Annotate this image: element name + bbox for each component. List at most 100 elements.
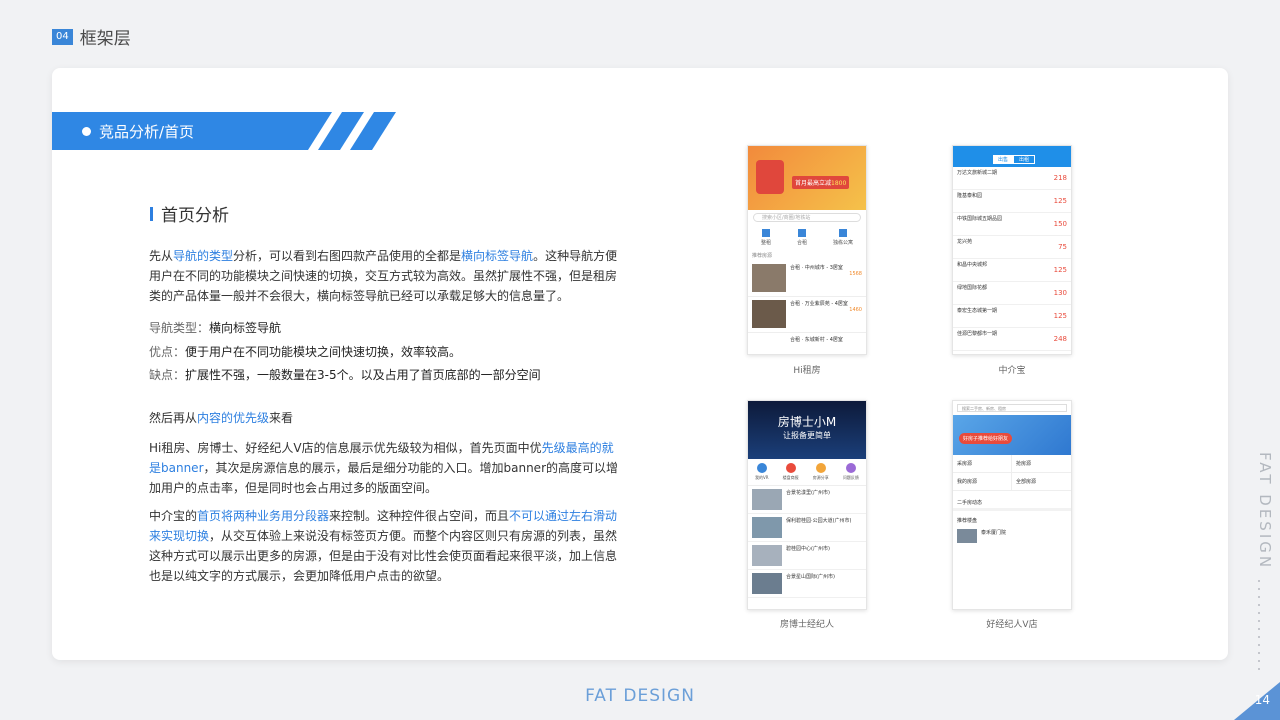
- banner-title-text: 竞品分析/首页: [99, 123, 195, 141]
- list-item[interactable]: 隆基泰和园 125: [953, 190, 1071, 213]
- section-header: 04 框架层: [52, 24, 131, 49]
- side-dots: [1258, 580, 1260, 676]
- paragraph-priority: Hi租房、房博士、好经纪人V店的信息展示优先级较为相似，首先页面中优先级最高的就…: [149, 438, 621, 498]
- item-title: 龙兴苑: [957, 239, 973, 245]
- phone2-caption: 中介宝: [998, 366, 1026, 376]
- item-title: 佳源巴黎都市一期: [957, 331, 998, 337]
- item-price: 218: [1053, 174, 1067, 182]
- list-item[interactable]: 万达文旅新城二期 218: [953, 167, 1071, 190]
- list-item[interactable]: 和昌中央城邦 125: [953, 259, 1071, 282]
- phone4-recommend: 推荐楼盘: [957, 518, 978, 524]
- text-span: 来控制。这种控件很占空间，而且: [329, 509, 510, 523]
- phone1-list-header: 推荐房源: [752, 253, 773, 259]
- side-brand: FAT DESIGN: [1256, 452, 1274, 571]
- phone3-icon-entry[interactable]: 问题反馈: [843, 463, 859, 481]
- item-title: 泰禾厦门院: [981, 530, 1007, 536]
- pros-value: 便于用户在不同功能模块之间快速切换，效率较高。: [185, 345, 462, 359]
- room-thumbnail: [752, 300, 786, 328]
- text-span: ，其次是房源信息的展示，最后是细分功能的入口。增加banner的高度可以增加用户…: [149, 461, 619, 495]
- phone4-search[interactable]: 搜索二手房、新房、租房: [957, 404, 1067, 412]
- item-title: 合景花漾里(广州市): [786, 490, 830, 496]
- segmented-control: 出售 出租: [993, 155, 1036, 164]
- text-span: 分析，可以看到右图四款产品使用的全都是: [233, 249, 462, 263]
- phone1-icon-entry[interactable]: 合租: [797, 229, 807, 246]
- share-icon: [815, 463, 826, 473]
- phone4-news[interactable]: 二手房动态: [953, 491, 1071, 511]
- phone3-icon-entry[interactable]: 楼盘商报: [783, 463, 799, 481]
- cons-line: 缺点：扩展性不强，一般数量在3-5个。以及占用了首页底部的一部分空间: [149, 366, 541, 383]
- section-title-text: 首页分析: [161, 206, 229, 226]
- item-title: 合租 · 万业紫辰苑 - 4居室: [790, 301, 848, 307]
- phone4-caption: 好经纪人V店: [986, 620, 1038, 630]
- list-item[interactable]: 佳源巴黎都市一期 248: [953, 328, 1071, 351]
- item-price: 130: [1053, 289, 1067, 297]
- cons-value: 扩展性不强，一般数量在3-5个。以及占用了首页底部的一部分空间: [185, 368, 541, 382]
- tile[interactable]: 我的房源: [953, 473, 1012, 490]
- phone4-tiles: 采房源 抢房源 我的房源 全部房源: [953, 455, 1071, 491]
- phone1-caption: Hi租房: [793, 366, 821, 376]
- list-item[interactable]: 龙兴苑 75: [953, 236, 1071, 259]
- pros-label: 优点：: [149, 345, 186, 359]
- phone3-icon-label: 问题反馈: [842, 475, 859, 480]
- phone4-banner-text: 好房子推荐给好朋友: [959, 433, 1013, 444]
- building-thumbnail: [957, 529, 977, 543]
- list-item[interactable]: 泰宏生态城第一期 125: [953, 305, 1071, 328]
- item-title: 合租 · 中州城市 - 3居室: [790, 265, 843, 271]
- vr-icon: [756, 463, 767, 473]
- tile[interactable]: 抢房源: [1012, 455, 1071, 473]
- list-item[interactable]: 保利碧桂园·公园大道(广州市): [748, 514, 866, 542]
- phone3-icon-entry[interactable]: 我的VR: [755, 463, 769, 481]
- list-item[interactable]: 合景花漾里(广州市): [748, 486, 866, 514]
- list-item[interactable]: 碧桂园中心(广州市): [748, 542, 866, 570]
- item-title: 泰宏生态城第一期: [957, 308, 998, 314]
- phone1-list: 合租 · 中州城市 - 3居室 1568 合租 · 万业紫辰苑 - 4居室 1460…: [748, 261, 866, 347]
- list-item[interactable]: 中铁国际城五期品园 150: [953, 213, 1071, 236]
- text-span: ，从交互体验上来说没有标签页方便。而整个内容区则只有房源的列表，虽然这种方式可以…: [149, 529, 618, 583]
- item-title: 和昌中央城邦: [957, 262, 988, 268]
- phone3-list: 合景花漾里(广州市) 保利碧桂园·公园大道(广州市) 碧桂园中心(广州市) 合景星山国…: [748, 486, 866, 598]
- building-thumbnail: [752, 573, 782, 594]
- phone1-icon-entry[interactable]: 独栋公寓: [833, 229, 853, 246]
- item-price: 125: [1053, 312, 1067, 320]
- phone-fangboshi: 房博士小M 让报备更简单 我的VR 楼盘商报 房源分享 问题反馈 合景花漾里(广…: [747, 400, 867, 610]
- list-item[interactable]: 泰禾厦门院: [953, 526, 1071, 546]
- item-title: 碧桂园中心(广州市): [786, 546, 830, 552]
- segment-sale[interactable]: 出售: [993, 155, 1014, 164]
- feedback-icon: [845, 463, 856, 473]
- phone1-icon-entry[interactable]: 整租: [761, 229, 771, 246]
- highlight-text: 首页将两种业务用分段器: [197, 509, 330, 523]
- list-item[interactable]: 合租 · 东城新村 - 4居室: [748, 333, 866, 347]
- section-header-title: 框架层: [79, 29, 131, 49]
- mascot-icon: [756, 160, 784, 194]
- phone1-banner-text: 首月最高立减: [795, 180, 832, 187]
- segment-rent[interactable]: 出租: [1013, 155, 1036, 164]
- room-thumbnail: [752, 264, 786, 292]
- list-item[interactable]: 合景星山国际(广州市): [748, 570, 866, 598]
- highlight-text: 横向标签导航: [461, 249, 534, 263]
- phone1-search[interactable]: 搜索小区/商圈/地铁站: [753, 213, 861, 222]
- item-price: 1460: [849, 307, 862, 313]
- tile[interactable]: 采房源: [953, 455, 1012, 473]
- phone1-banner-amount: 1800: [831, 180, 847, 187]
- item-title: 保利碧桂园·公园大道(广州市): [786, 518, 852, 524]
- item-title: 万达文旅新城二期: [957, 170, 998, 176]
- page-number: 14: [1254, 693, 1270, 707]
- phone3-icon-entry[interactable]: 房源分享: [813, 463, 829, 481]
- banner-title: 竞品分析/首页: [82, 121, 194, 142]
- content-card: 竞品分析/首页 首页分析 先从导航的类型分析，可以看到右图四款产品使用的全都是横…: [52, 68, 1228, 660]
- list-item[interactable]: 合租 · 中州城市 - 3居室 1568: [748, 261, 866, 297]
- tile[interactable]: 全部房源: [1012, 473, 1071, 490]
- paragraph-navigation: 先从导航的类型分析，可以看到右图四款产品使用的全都是横向标签导航。这种导航方便用…: [149, 246, 621, 306]
- building-thumbnail: [752, 517, 782, 538]
- item-price: 125: [1053, 266, 1067, 274]
- building-thumbnail: [752, 545, 782, 566]
- text-span: 先从: [149, 249, 174, 263]
- footer-brand: FAT DESIGN: [585, 686, 695, 706]
- phone3-icons: 我的VR 楼盘商报 房源分享 问题反馈: [748, 459, 866, 486]
- item-title: 合租 · 东城新村 - 4居室: [790, 337, 843, 343]
- list-item[interactable]: 绿地国际花都 130: [953, 282, 1071, 305]
- phone1-banner: 首月最高立减1800: [748, 146, 866, 210]
- list-item[interactable]: 合租 · 万业紫辰苑 - 4居室 1460: [748, 297, 866, 333]
- phone1-icon-label: 独栋公寓: [832, 240, 853, 246]
- phone3-banner-title: 房博士小M: [777, 415, 837, 429]
